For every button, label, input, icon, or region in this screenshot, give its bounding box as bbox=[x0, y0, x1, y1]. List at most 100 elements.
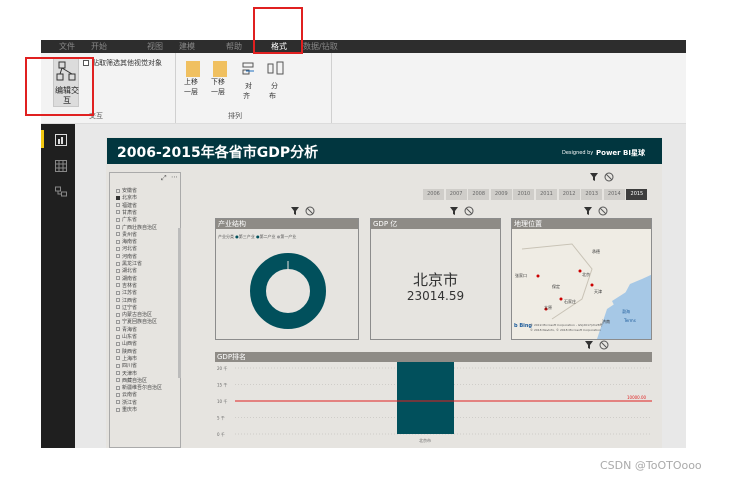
filter-icon[interactable] bbox=[449, 206, 459, 216]
slicer-checkbox[interactable] bbox=[116, 363, 120, 368]
slicer-more-icon[interactable]: ⋯ bbox=[171, 173, 178, 181]
slicer-item[interactable]: 湖北省 bbox=[116, 268, 137, 275]
slicer-checkbox[interactable] bbox=[116, 225, 120, 229]
slicer-checkbox[interactable] bbox=[116, 210, 120, 215]
year-button[interactable]: 2007 bbox=[445, 189, 467, 200]
align-button[interactable]: 对 齐 bbox=[241, 61, 257, 101]
slicer-scrollbar[interactable] bbox=[178, 228, 181, 378]
slicer-item[interactable]: 湖南省 bbox=[116, 276, 137, 283]
year-button[interactable]: 2011 bbox=[536, 189, 557, 200]
slicer-item[interactable]: 重庆市 bbox=[116, 407, 137, 414]
no-filter-icon[interactable] bbox=[604, 172, 614, 182]
slicer-checkbox[interactable] bbox=[116, 312, 120, 317]
slicer-item[interactable]: 江西省 bbox=[116, 298, 137, 305]
slicer-checkbox[interactable] bbox=[116, 217, 120, 222]
year-button[interactable]: 2014 bbox=[603, 189, 625, 200]
slicer-checkbox[interactable] bbox=[116, 378, 120, 383]
tab-data-drill[interactable]: 数据/钻取 bbox=[303, 41, 338, 52]
slicer-checkbox[interactable] bbox=[116, 261, 120, 266]
slicer-checkbox[interactable] bbox=[116, 334, 120, 339]
gdp-card-panel[interactable]: GDP 亿 北京市 23014.59 bbox=[370, 218, 501, 340]
slicer-item[interactable]: 江苏省 bbox=[116, 290, 137, 297]
year-button[interactable]: 2013 bbox=[581, 189, 603, 200]
filter-icon[interactable] bbox=[589, 172, 599, 182]
year-button[interactable]: 2009 bbox=[490, 189, 512, 200]
year-button[interactable]: 2006 bbox=[423, 189, 444, 200]
year-button[interactable]: 2008 bbox=[468, 189, 490, 200]
slicer-checkbox[interactable] bbox=[116, 290, 120, 295]
map-terms-link[interactable]: Terms bbox=[624, 318, 636, 323]
gdp-ranking-panel[interactable]: GDP排名 20 千 15 千 10 千 5 千 0 千北京市 10000.00 bbox=[215, 352, 652, 448]
model-view-icon[interactable] bbox=[55, 186, 67, 198]
slicer-item[interactable]: 西藏自治区 bbox=[116, 378, 147, 385]
map-dot[interactable] bbox=[590, 283, 594, 287]
slicer-checkbox[interactable] bbox=[116, 298, 120, 302]
slicer-checkbox[interactable] bbox=[116, 239, 120, 244]
slicer-checkbox[interactable] bbox=[116, 319, 120, 324]
report-view-icon[interactable] bbox=[55, 134, 67, 146]
slicer-item[interactable]: 广东省 bbox=[116, 217, 137, 224]
year-button[interactable]: 2015 bbox=[626, 189, 648, 200]
filter-icon[interactable] bbox=[584, 340, 594, 350]
slicer-checkbox[interactable] bbox=[116, 371, 120, 375]
data-view-icon[interactable] bbox=[55, 160, 67, 172]
gdp-ranking-chart[interactable]: 20 千 15 千 10 千 5 千 0 千北京市 10000.00 bbox=[215, 362, 652, 448]
slicer-checkbox[interactable] bbox=[116, 246, 120, 251]
distribute-button[interactable]: 分 布 bbox=[267, 61, 285, 101]
tab-file[interactable]: 文件 bbox=[59, 41, 75, 52]
slicer-item[interactable]: 宁夏回族自治区 bbox=[116, 319, 157, 326]
slicer-checkbox[interactable] bbox=[116, 276, 120, 281]
slicer-item[interactable]: 福建省 bbox=[116, 203, 137, 210]
slicer-checkbox[interactable] bbox=[116, 188, 120, 193]
slicer-item[interactable]: 辽宁省 bbox=[116, 305, 137, 312]
no-filter-icon[interactable] bbox=[305, 206, 315, 216]
slicer-item[interactable]: 浙江省 bbox=[116, 400, 137, 407]
slicer-checkbox[interactable] bbox=[116, 268, 120, 273]
no-filter-icon[interactable] bbox=[599, 340, 609, 350]
slicer-checkbox[interactable] bbox=[116, 254, 120, 259]
slicer-item[interactable]: 河南省 bbox=[116, 254, 137, 261]
slicer-item[interactable]: 青海省 bbox=[116, 327, 137, 334]
filter-icon[interactable] bbox=[290, 206, 300, 216]
slicer-item[interactable]: 山西省 bbox=[116, 341, 137, 348]
slicer-item[interactable]: 云南省 bbox=[116, 392, 137, 399]
slicer-item[interactable]: 河北省 bbox=[116, 246, 137, 253]
slicer-checkbox[interactable] bbox=[116, 392, 120, 397]
map-dot[interactable] bbox=[536, 274, 540, 278]
gdp-bar[interactable] bbox=[397, 362, 454, 434]
slicer-checkbox[interactable] bbox=[116, 356, 120, 361]
slicer-item[interactable]: 天津市 bbox=[116, 371, 137, 378]
slicer-checkbox[interactable] bbox=[116, 341, 120, 346]
slicer-item[interactable]: 陕西省 bbox=[116, 349, 137, 356]
filter-icon[interactable] bbox=[583, 206, 593, 216]
slicer-checkbox[interactable] bbox=[116, 203, 120, 208]
map-panel[interactable]: 地理位置 北京 天津 石家庄 太原 济南 张家口 渤海 保定 承德 b Bing… bbox=[511, 218, 652, 340]
send-backward-button[interactable]: 下移 一层 bbox=[211, 61, 227, 97]
slicer-checkbox[interactable] bbox=[116, 385, 120, 390]
slicer-checkbox[interactable] bbox=[116, 407, 120, 412]
slicer-item[interactable]: 广西壮族自治区 bbox=[116, 225, 157, 232]
tab-view[interactable]: 视图 bbox=[147, 41, 163, 52]
slicer-item[interactable]: 四川省 bbox=[116, 363, 137, 370]
slicer-checkbox[interactable] bbox=[116, 195, 120, 200]
year-button[interactable]: 2012 bbox=[558, 189, 580, 200]
tab-modeling[interactable]: 建模 bbox=[179, 41, 195, 52]
bring-forward-button[interactable]: 上移 一层 bbox=[184, 61, 200, 97]
slicer-checkbox[interactable] bbox=[116, 327, 120, 332]
industry-structure-panel[interactable]: 产业结构 产业分类 ●第三产业 ●第二产业 ●第一产业 bbox=[215, 218, 359, 340]
slicer-focus-icon[interactable]: ⤢ bbox=[161, 174, 167, 183]
slicer-checkbox[interactable] bbox=[116, 283, 120, 288]
slicer-checkbox[interactable] bbox=[116, 232, 120, 237]
no-filter-icon[interactable] bbox=[464, 206, 474, 216]
slicer-checkbox[interactable] bbox=[116, 400, 120, 405]
slicer-checkbox[interactable] bbox=[116, 305, 120, 310]
no-filter-icon[interactable] bbox=[598, 206, 608, 216]
slicer-item[interactable]: 北京市 bbox=[116, 195, 137, 202]
slicer-item[interactable]: 贵州省 bbox=[116, 232, 137, 239]
tab-home[interactable]: 开始 bbox=[91, 41, 107, 52]
slicer-checkbox[interactable] bbox=[116, 349, 120, 354]
industry-donut-chart[interactable] bbox=[248, 251, 328, 331]
tab-help[interactable]: 帮助 bbox=[226, 41, 242, 52]
year-button[interactable]: 2010 bbox=[513, 189, 535, 200]
map-dot[interactable] bbox=[559, 297, 563, 301]
